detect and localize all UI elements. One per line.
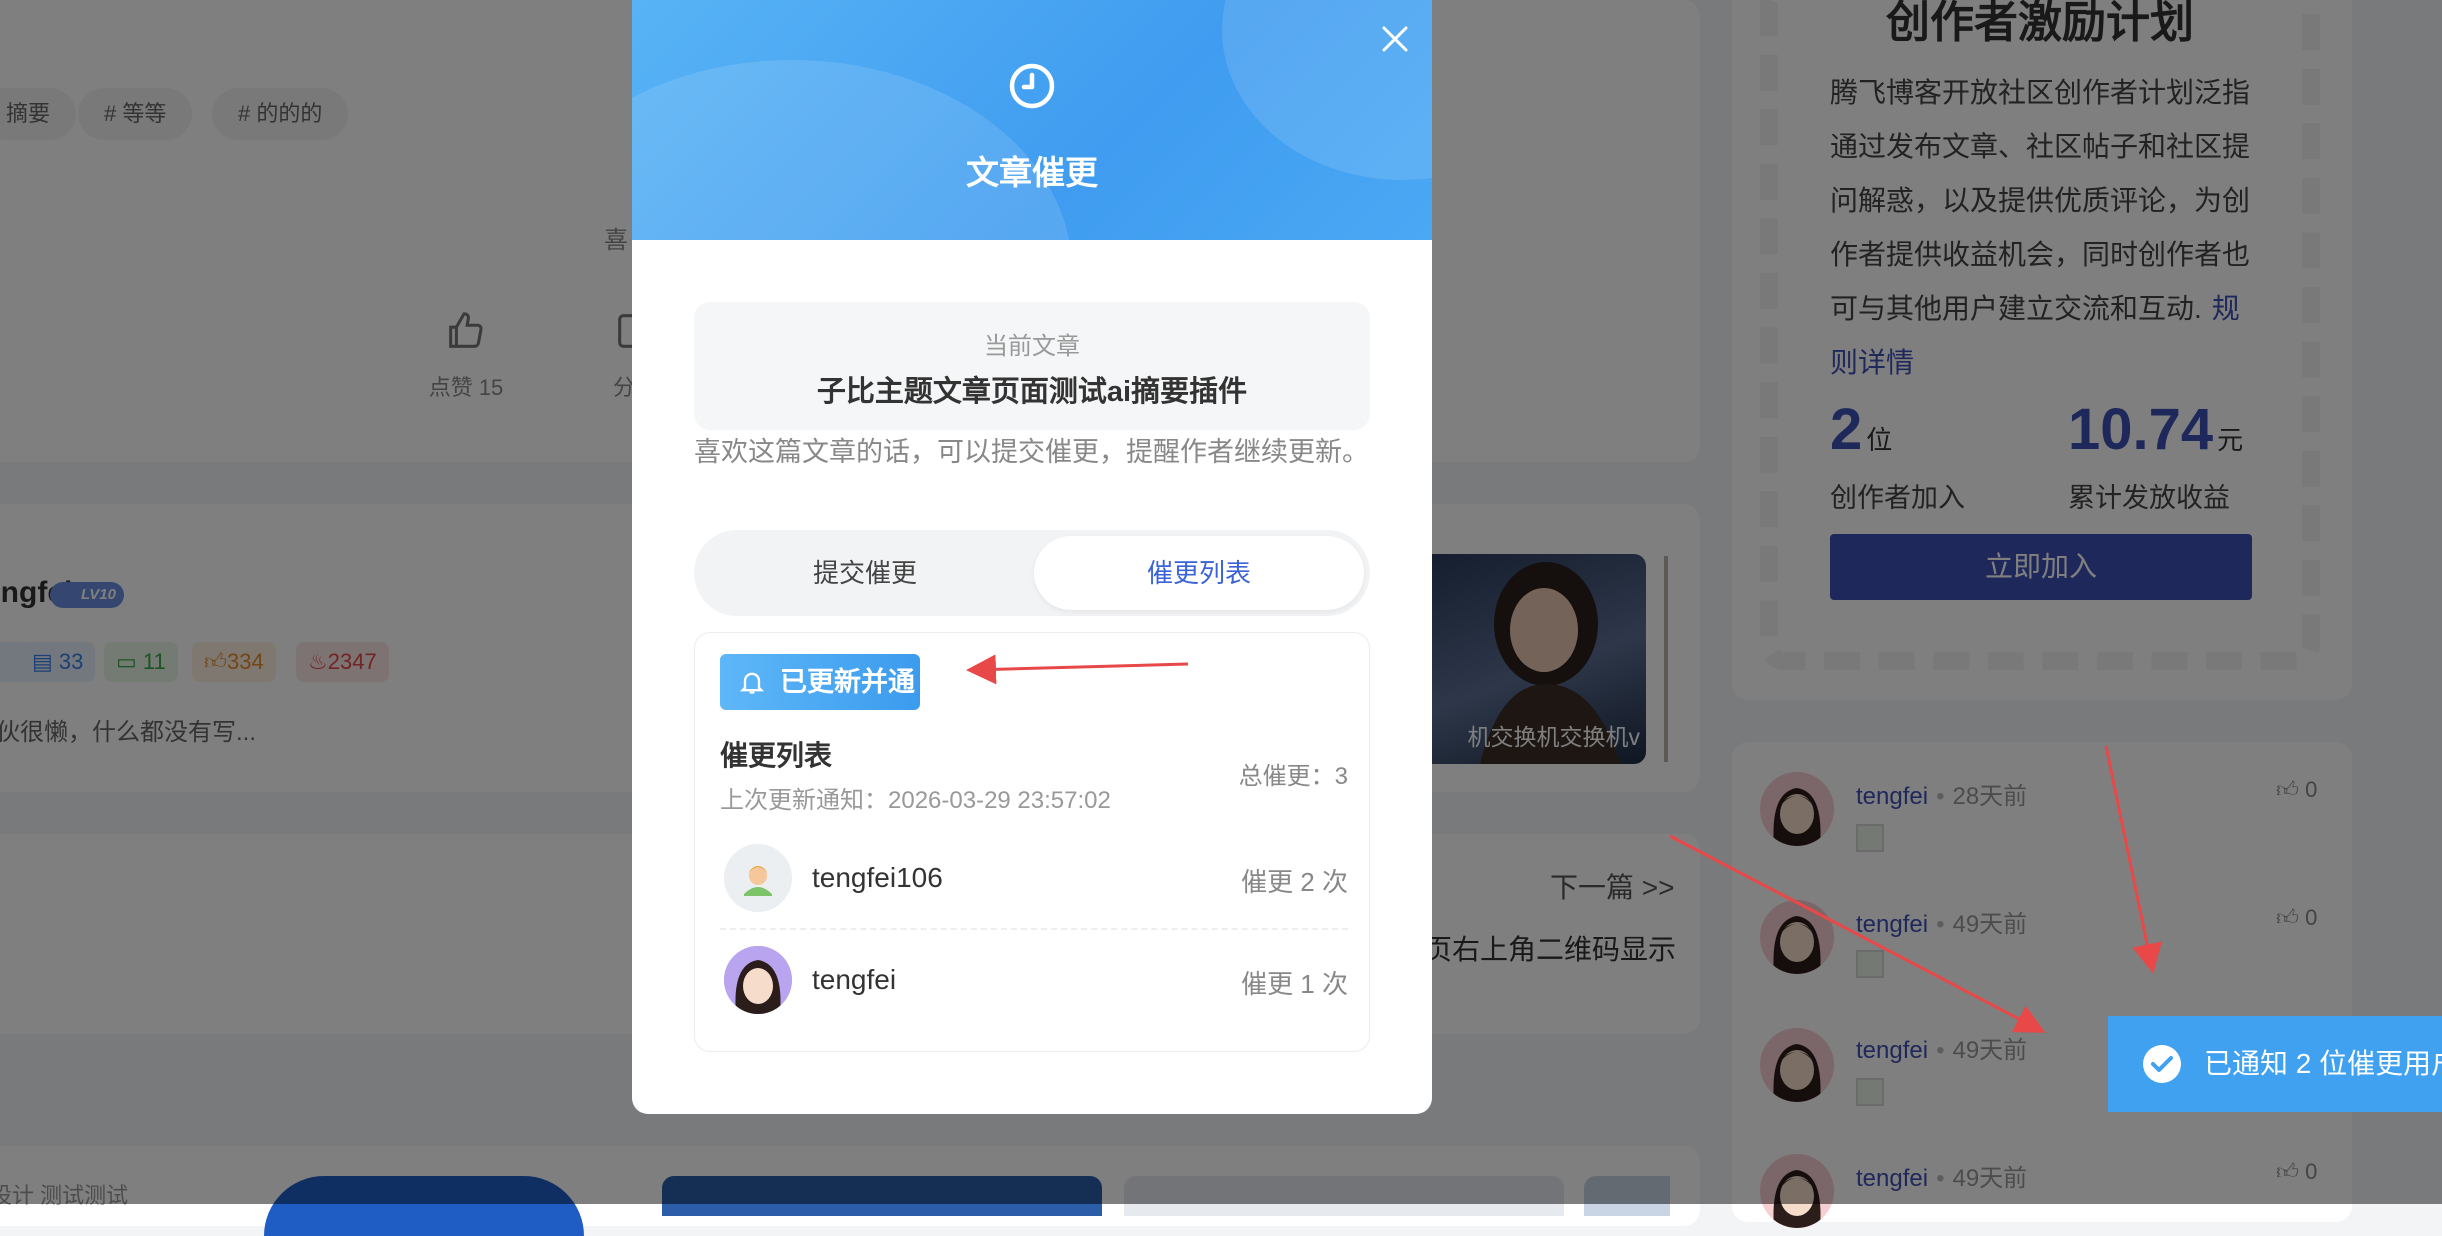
annotation-arrow [966, 654, 1189, 685]
check-circle-icon [2143, 1045, 2181, 1083]
annotation-arrow [1669, 834, 2046, 1033]
toast-message: 已通知 2 位催更用户 [2204, 1048, 2442, 1079]
annotation-arrow [2104, 745, 2162, 974]
annotation-arrows [966, 654, 2162, 1033]
success-toast: 已通知 2 位催更用户 [2108, 1016, 2442, 1112]
